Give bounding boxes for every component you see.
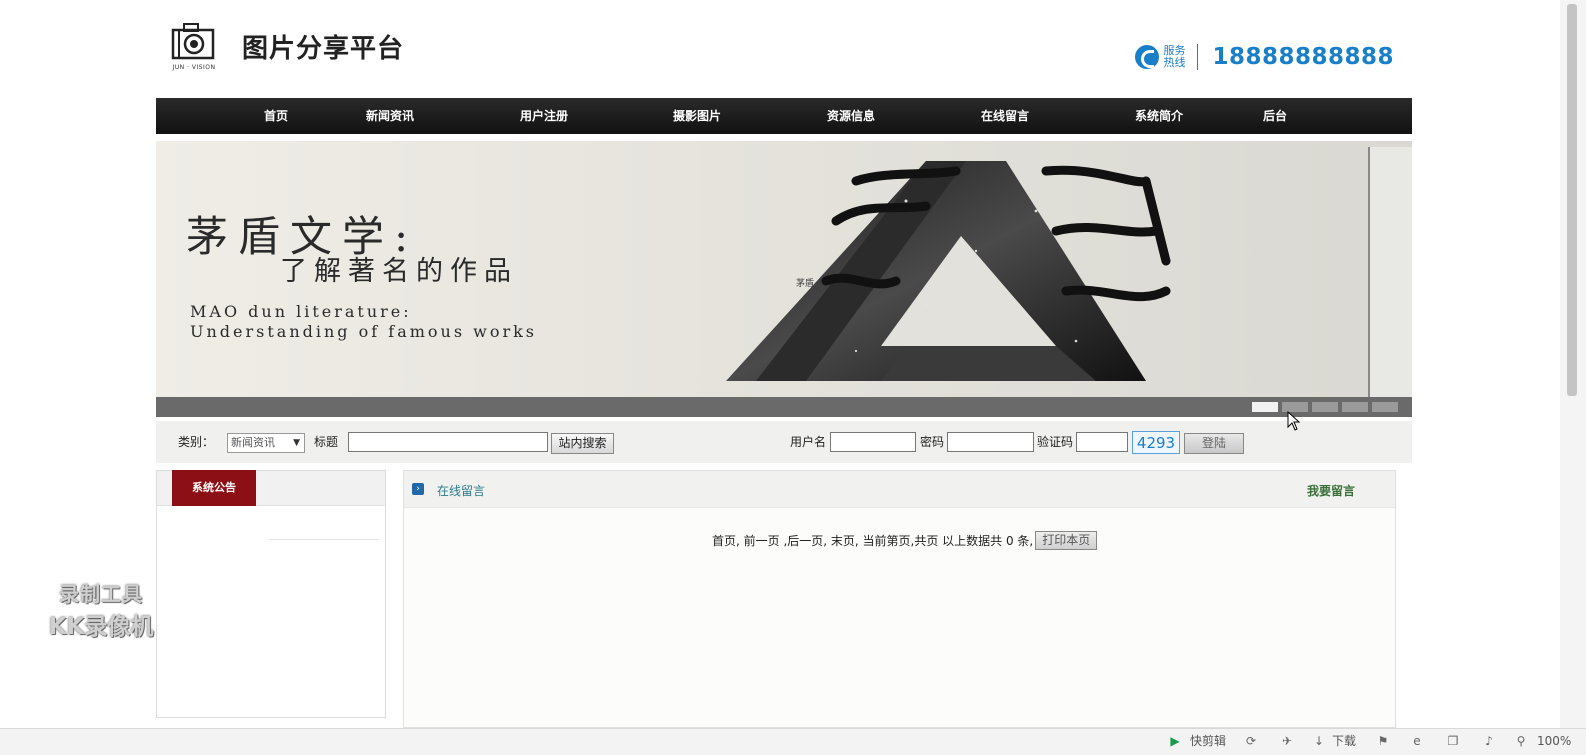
message-panel: › 在线留言 我要留言 首页, 前一页 ,后一页, 末页, 当前第页,共页 以上… <box>403 470 1396 728</box>
captcha-label: 验证码 <box>1037 435 1074 449</box>
announcement-sidebar: 系统公告 <box>156 470 386 718</box>
download-arrow-icon[interactable]: ↓ <box>1312 734 1326 748</box>
speed-icon[interactable]: ⟳ <box>1244 734 1258 748</box>
rocket-icon[interactable]: ✈ <box>1280 734 1294 748</box>
nav-item-home[interactable]: 首页 <box>264 98 288 134</box>
category-label: 类别： <box>178 435 215 449</box>
banner-frame-edge <box>1368 147 1412 399</box>
recorder-watermark: 录制工具 KK录像机 <box>34 578 168 641</box>
watermark-line1: 录制工具 <box>59 582 143 606</box>
slide-dot-1[interactable] <box>1252 402 1278 412</box>
watermark-line2: KK录像机 <box>48 614 154 640</box>
category-select-value: 新闻资讯 <box>231 436 275 449</box>
title-search-input[interactable] <box>348 432 548 452</box>
ie-browser-icon[interactable]: e <box>1410 734 1424 748</box>
password-input[interactable] <box>947 432 1034 452</box>
nav-item-messages[interactable]: 在线留言 <box>981 98 1029 134</box>
zoom-icon[interactable]: ⚲ <box>1514 734 1528 748</box>
captcha-image[interactable]: 4293 <box>1132 431 1180 454</box>
kuaijianji-label[interactable]: 快剪辑 <box>1190 733 1226 749</box>
nav-item-register[interactable]: 用户注册 <box>520 98 568 134</box>
hotline-number: 18888888888 <box>1212 44 1394 70</box>
slide-dot-3[interactable] <box>1312 402 1338 412</box>
print-page-button[interactable]: 打印本页 <box>1035 531 1098 550</box>
hotline-divider <box>1197 44 1199 70</box>
pagination: 首页, 前一页 ,后一页, 末页, 当前第页,共页 以上数据共 0 条, 打印本… <box>712 531 1098 550</box>
speaker-icon[interactable]: ♪ <box>1482 734 1496 748</box>
main-nav: 首页 新闻资讯 用户注册 摄影图片 资源信息 在线留言 系统简介 后台 <box>156 98 1412 134</box>
sidebar-divider <box>269 539 379 540</box>
flag-icon[interactable]: ⚑ <box>1376 734 1390 748</box>
dropdown-arrow-icon: ▼ <box>293 438 300 448</box>
login-button[interactable]: 登陆 <box>1184 433 1244 454</box>
nav-item-about[interactable]: 系统简介 <box>1135 98 1183 134</box>
title-label: 标题 <box>314 435 339 449</box>
site-search-button[interactable]: 站内搜索 <box>551 433 614 454</box>
pagination-text[interactable]: 首页, 前一页 ,后一页, 末页, 当前第页,共页 以上数据共 0 条, <box>712 532 1033 549</box>
penrose-triangle-art: 茅盾 <box>726 161 1171 381</box>
mouse-cursor-icon <box>1287 411 1301 431</box>
panel-header: › 在线留言 我要留言 <box>404 471 1395 508</box>
sidebar-header: 系统公告 <box>157 470 385 506</box>
nav-item-resources[interactable]: 资源信息 <box>827 98 875 134</box>
site-title[interactable]: 图片分享平台 <box>242 28 404 65</box>
slide-dot-4[interactable] <box>1342 402 1368 412</box>
nav-item-admin[interactable]: 后台 <box>1263 98 1287 134</box>
browser-status-bar: ▶ 快剪辑 ⟳ ✈ ↓ 下载 ⚑ e ❐ ♪ ⚲ 100% <box>0 728 1586 755</box>
search-login-bar: 类别： 新闻资讯 ▼ 标题 站内搜索 用户名 密码 验证码 4293 登陆 <box>156 421 1412 463</box>
logo-caption: JUN · VISION <box>172 64 216 71</box>
hotline-label: 服务热线 <box>1163 44 1186 69</box>
username-input[interactable] <box>830 432 916 452</box>
download-label[interactable]: 下载 <box>1332 733 1356 749</box>
phone-icon <box>1135 45 1160 69</box>
banner-english-line2: Understanding of famous works <box>190 322 538 341</box>
chevron-right-icon: › <box>412 483 424 495</box>
leave-message-link[interactable]: 我要留言 <box>1307 482 1355 499</box>
username-label: 用户名 <box>790 435 827 449</box>
slideshow-controls <box>156 397 1412 417</box>
service-hotline: 服务热线 18888888888 <box>1135 40 1394 74</box>
kuaijianji-play-icon[interactable]: ▶ <box>1168 734 1182 748</box>
banner-slideshow[interactable]: 茅盾文学: 了解著名的作品 MAO dun literature: Unders… <box>156 141 1412 417</box>
category-select[interactable]: 新闻资讯 ▼ <box>227 433 305 453</box>
nav-item-photos[interactable]: 摄影图片 <box>673 98 721 134</box>
slide-dot-5[interactable] <box>1372 402 1398 412</box>
window-icon[interactable]: ❐ <box>1446 734 1460 748</box>
vertical-scrollbar[interactable] <box>1560 0 1586 728</box>
banner-subtitle: 了解著名的作品 <box>280 256 518 287</box>
camera-logo-icon[interactable]: JUN · VISION <box>170 20 218 72</box>
nav-item-news[interactable]: 新闻资讯 <box>366 98 414 134</box>
banner-signature: 茅盾 <box>796 278 814 289</box>
captcha-input[interactable] <box>1076 432 1128 452</box>
password-label: 密码 <box>920 435 945 449</box>
zoom-level[interactable]: 100% <box>1537 733 1571 749</box>
site-header: JUN · VISION 图片分享平台 服务热线 18888888888 <box>156 0 1412 98</box>
banner-english-line1: MAO dun literature: <box>190 302 412 321</box>
scrollbar-thumb[interactable] <box>1567 4 1577 396</box>
panel-title[interactable]: 在线留言 <box>437 482 485 499</box>
tab-system-announcement[interactable]: 系统公告 <box>172 470 256 506</box>
